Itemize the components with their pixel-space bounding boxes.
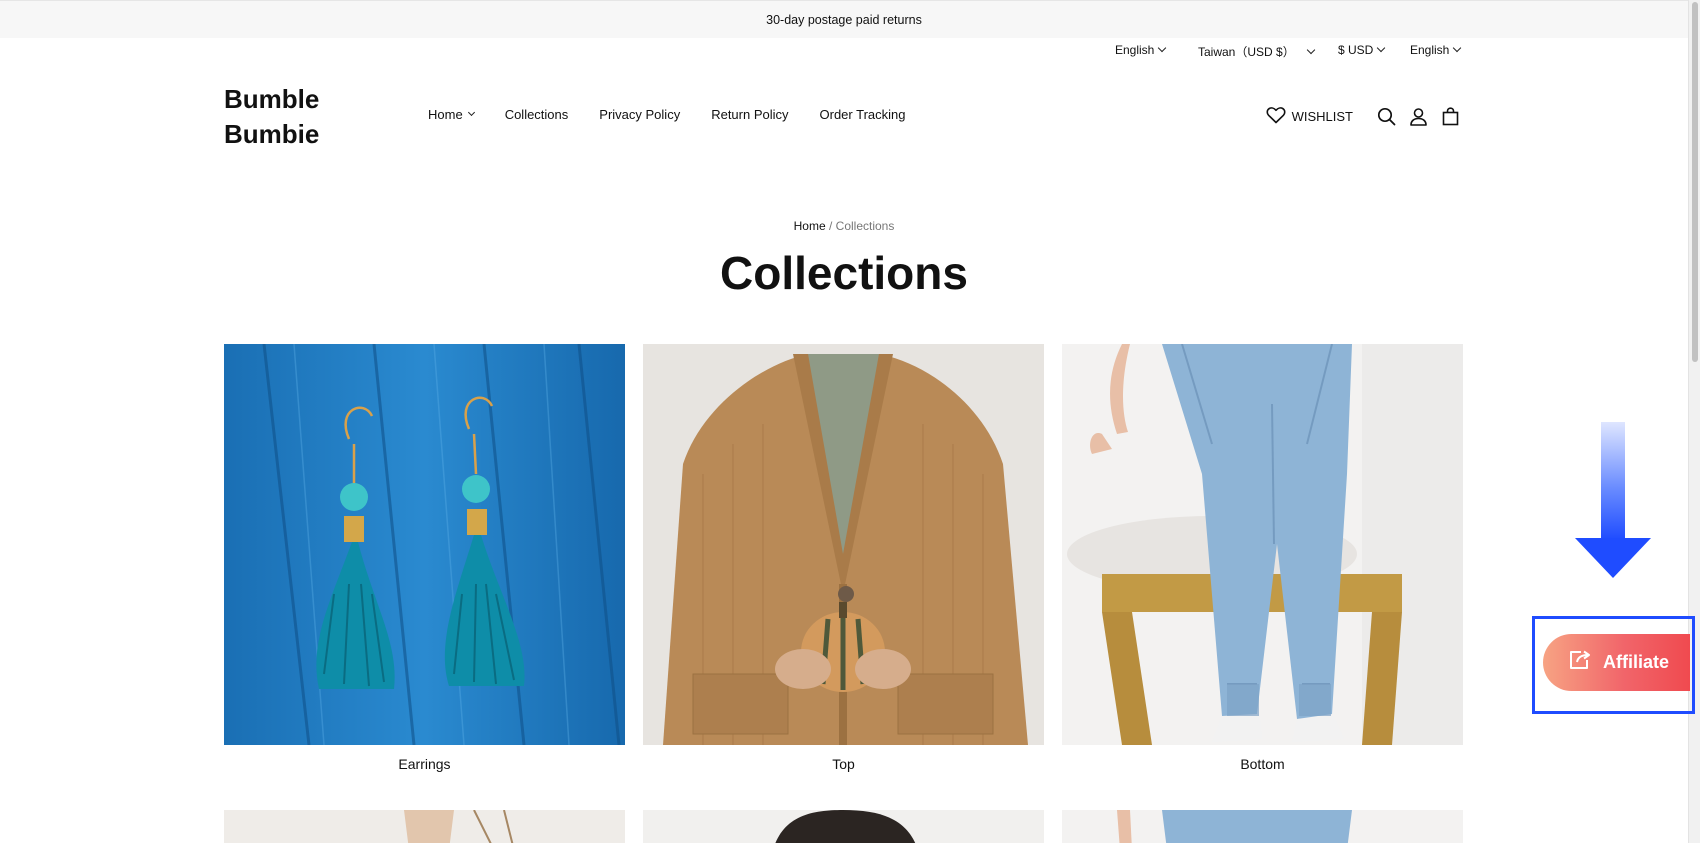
chevron-down-icon [467, 108, 475, 117]
nav-return-policy[interactable]: Return Policy [711, 107, 788, 122]
cart-bag-icon[interactable] [1439, 105, 1461, 127]
wishlist-label: WISHLIST [1291, 108, 1353, 124]
collection-label-top[interactable]: Top [643, 756, 1044, 772]
chevron-down-icon [1453, 43, 1462, 53]
main-nav: Home Collections Privacy Policy Return P… [428, 107, 937, 122]
cardigan-image[interactable] [643, 344, 1044, 745]
wishlist-button[interactable]: WISHLIST [1266, 106, 1353, 127]
breadcrumb-home[interactable]: Home [794, 219, 826, 233]
collection-card-bottom[interactable]: Bottom [1062, 344, 1463, 772]
collection-card-earrings[interactable]: Earrings [224, 344, 625, 772]
affiliate-highlight-frame: Affiliate [1532, 616, 1695, 714]
breadcrumb: Home / Collections [0, 219, 1688, 233]
brand-logo[interactable]: Bumble Bumbie [224, 82, 319, 152]
region-selector[interactable]: Taiwan（USD $） [1198, 43, 1315, 60]
brand-line-1: Bumble [224, 84, 320, 114]
collection-label-bottom[interactable]: Bottom [1062, 756, 1463, 772]
heart-icon [1266, 106, 1286, 127]
language-selector[interactable]: English [1115, 43, 1167, 57]
collection-card-top[interactable]: Top [643, 344, 1044, 772]
collection-card-row2-1[interactable] [224, 810, 625, 843]
chevron-down-icon [1306, 45, 1315, 54]
chevron-down-icon [1158, 43, 1167, 53]
earrings-image[interactable] [224, 344, 625, 745]
header-tools: WISHLIST [1266, 105, 1461, 127]
nav-collections[interactable]: Collections [505, 107, 569, 122]
affiliate-label: Affiliate [1603, 652, 1670, 672]
brand-line-2: Bumbie [224, 119, 320, 149]
language-label: English [1115, 43, 1155, 57]
page-title: Collections [720, 247, 968, 299]
affiliate-button[interactable]: Affiliate [1543, 634, 1690, 691]
chevron-down-icon [1377, 43, 1386, 53]
share-icon [1569, 650, 1591, 675]
region-label: Taiwan（USD $） [1198, 45, 1295, 59]
site-header: Bumble Bumbie Home Collections Privacy P… [0, 78, 1688, 150]
collection-card-row2-3[interactable] [1062, 810, 1463, 843]
nav-home-label: Home [428, 107, 463, 122]
language-selector-2[interactable]: English [1410, 43, 1462, 57]
search-icon[interactable] [1375, 105, 1397, 127]
arrow-down-icon [1575, 422, 1651, 578]
nav-home[interactable]: Home [428, 107, 475, 122]
currency-selector[interactable]: $ USD [1338, 43, 1386, 57]
nav-privacy-policy[interactable]: Privacy Policy [599, 107, 680, 122]
jeans-image[interactable] [1062, 344, 1463, 745]
collection-card-row2-2[interactable] [643, 810, 1044, 843]
language-label-2: English [1410, 43, 1450, 57]
locale-bar: English Taiwan（USD $） $ USD English [0, 43, 1688, 61]
account-icon[interactable] [1407, 105, 1429, 127]
collection-label-earrings[interactable]: Earrings [224, 756, 625, 772]
page-scrollbar[interactable] [1688, 0, 1700, 843]
nav-order-tracking[interactable]: Order Tracking [820, 107, 906, 122]
scrollbar-thumb[interactable] [1692, 2, 1698, 362]
breadcrumb-current: Collections [835, 219, 895, 233]
breadcrumb-separator: / [825, 219, 836, 233]
announcement-bar: 30-day postage paid returns [0, 0, 1688, 38]
currency-label: $ USD [1338, 43, 1374, 57]
announcement-text: 30-day postage paid returns [766, 12, 922, 27]
